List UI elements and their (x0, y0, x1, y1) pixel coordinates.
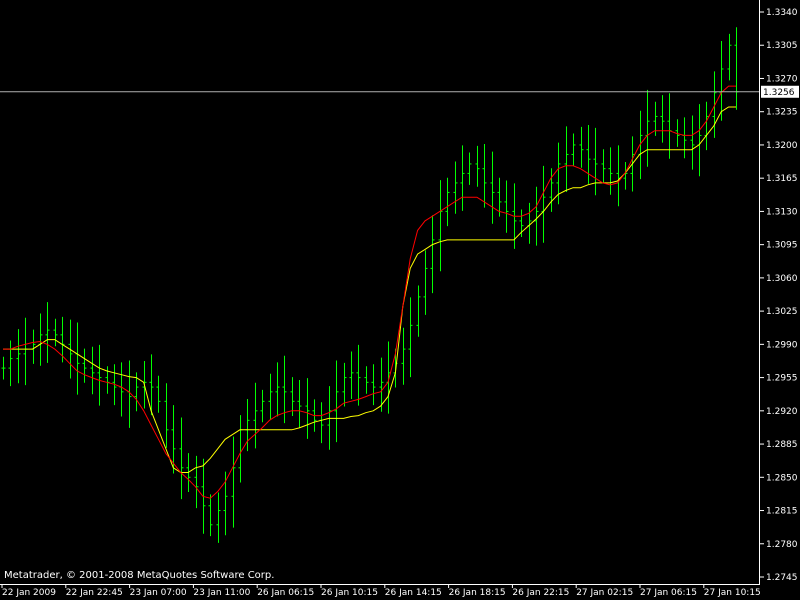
x-tick-label: 23 Jan 11:00 (193, 588, 250, 598)
y-tick-label: 1.3060 (766, 274, 798, 284)
y-tick-label: 1.2745 (766, 573, 798, 583)
y-tick-label: 1.2990 (766, 340, 798, 350)
current-price-label: 1.3256 (763, 88, 795, 98)
x-tick-label: 23 Jan 07:00 (130, 588, 187, 598)
y-tick-label: 1.2780 (766, 540, 798, 550)
y-tick-label: 1.2955 (766, 374, 798, 384)
x-tick-label: 27 Jan 06:15 (640, 588, 697, 598)
y-tick-label: 1.3025 (766, 307, 798, 317)
x-tick-label: 26 Jan 22:15 (512, 588, 569, 598)
x-tick-label: 22 Jan 2009 (2, 588, 56, 598)
x-tick-label: 26 Jan 06:15 (257, 588, 314, 598)
y-tick-label: 1.2885 (766, 440, 798, 450)
x-tick-label: 26 Jan 14:15 (385, 588, 442, 598)
y-tick-label: 1.3200 (766, 141, 798, 151)
y-tick-label: 1.3095 (766, 241, 798, 251)
y-tick-label: 1.3270 (766, 74, 798, 84)
chart-background (0, 0, 800, 600)
x-tick-label: 27 Jan 02:15 (576, 588, 633, 598)
x-tick-label: 26 Jan 10:15 (321, 588, 378, 598)
x-tick-label: 22 Jan 22:45 (66, 588, 123, 598)
watermark-text: Metatrader, © 2001-2008 MetaQuotes Softw… (4, 570, 274, 581)
y-tick-label: 1.3305 (766, 41, 798, 51)
x-tick-label: 27 Jan 10:15 (704, 588, 761, 598)
y-tick-label: 1.2815 (766, 507, 798, 517)
y-tick-label: 1.3340 (766, 8, 798, 18)
y-tick-label: 1.3235 (766, 108, 798, 118)
x-tick-label: 26 Jan 18:15 (449, 588, 506, 598)
y-tick-label: 1.2850 (766, 473, 798, 483)
price-chart[interactable]: 1.3340 1.3305 1.3270 1.3235 1.3200 1.3165 1.31… (0, 0, 800, 600)
y-tick-label: 1.3165 (766, 174, 798, 184)
y-tick-label: 1.2920 (766, 407, 798, 417)
y-tick-label: 1.3130 (766, 207, 798, 217)
